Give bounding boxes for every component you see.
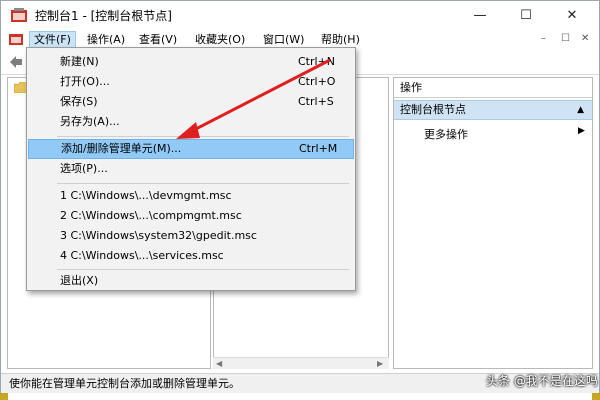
- actions-header: 操作: [394, 78, 592, 98]
- menu-help[interactable]: 帮助(H): [317, 31, 364, 48]
- child-restore-button[interactable]: ☐: [561, 33, 570, 44]
- menu-item-label: 新建(N): [60, 55, 99, 68]
- menu-item-recent-2[interactable]: 2 C:\Windows\...\compmgmt.msc: [28, 206, 354, 226]
- child-close-button[interactable]: ✕: [581, 33, 589, 44]
- menu-icon[interactable]: [9, 32, 23, 45]
- actions-pane: 操作 控制台根节点 ▲ 更多操作 ▶: [393, 77, 593, 369]
- menu-window[interactable]: 窗口(W): [259, 31, 308, 48]
- child-minimize-button[interactable]: –: [541, 33, 546, 44]
- menu-item-label: 另存为(A)...: [60, 115, 120, 128]
- menu-item-label: 3 C:\Windows\system32\gpedit.msc: [60, 229, 257, 242]
- maximize-button[interactable]: ☐: [503, 1, 549, 29]
- menu-file[interactable]: 文件(F): [29, 31, 76, 48]
- actions-section-root[interactable]: 控制台根节点 ▲: [394, 100, 592, 120]
- menu-item-open[interactable]: 打开(O)... Ctrl+O: [28, 72, 354, 92]
- back-arrow-icon[interactable]: [9, 55, 23, 69]
- watermark: 头条 @我不是在这吗: [486, 374, 598, 388]
- title-bar[interactable]: 控制台1 - [控制台根节点] — ☐ ✕: [1, 1, 599, 29]
- menu-action[interactable]: 操作(A): [83, 31, 129, 48]
- menu-item-label: 1 C:\Windows\...\devmgmt.msc: [60, 189, 232, 202]
- scroll-left-icon[interactable]: ◀: [216, 359, 222, 368]
- menu-item-label: 4 C:\Windows\...\services.msc: [60, 249, 224, 262]
- menu-item-exit[interactable]: 退出(X): [28, 271, 354, 291]
- menu-item-recent-4[interactable]: 4 C:\Windows\...\services.msc: [28, 246, 354, 266]
- minimize-button[interactable]: —: [457, 1, 503, 29]
- menu-item-shortcut: Ctrl+N: [298, 55, 336, 68]
- menu-item-shortcut: Ctrl+O: [298, 75, 336, 88]
- menu-item-label: 打开(O)...: [60, 75, 110, 88]
- close-button[interactable]: ✕: [549, 1, 595, 29]
- app-icon: [11, 8, 27, 22]
- menu-item-label: 添加/删除管理单元(M)...: [61, 142, 182, 155]
- menu-favorites[interactable]: 收藏夹(O): [191, 31, 249, 48]
- menu-item-recent-1[interactable]: 1 C:\Windows\...\devmgmt.msc: [28, 186, 354, 206]
- menu-item-label: 选项(P)...: [60, 162, 108, 175]
- submenu-arrow-icon[interactable]: ▶: [578, 126, 585, 136]
- window-title: 控制台1 - [控制台根节点]: [35, 9, 172, 23]
- menu-bar: 文件(F) 操作(A) 查看(V) 收藏夹(O) 窗口(W) 帮助(H) – ☐…: [1, 29, 599, 49]
- file-menu-dropdown: 新建(N) Ctrl+N 打开(O)... Ctrl+O 保存(S) Ctrl+…: [26, 47, 356, 291]
- menu-separator: [57, 183, 349, 184]
- menu-item-add-remove-snapin[interactable]: 添加/删除管理单元(M)... Ctrl+M: [28, 139, 354, 159]
- menu-separator: [57, 269, 349, 270]
- menu-item-label: 2 C:\Windows\...\compmgmt.msc: [60, 209, 242, 222]
- menu-item-new[interactable]: 新建(N) Ctrl+N: [28, 52, 354, 72]
- menu-item-label: 保存(S): [60, 95, 98, 108]
- menu-item-label: 退出(X): [60, 274, 99, 287]
- horizontal-scrollbar[interactable]: ◀ ▶: [213, 357, 389, 369]
- actions-section-label: 控制台根节点: [400, 103, 466, 116]
- menu-item-save-as[interactable]: 另存为(A)...: [28, 112, 354, 132]
- menu-item-recent-3[interactable]: 3 C:\Windows\system32\gpedit.msc: [28, 226, 354, 246]
- menu-item-save[interactable]: 保存(S) Ctrl+S: [28, 92, 354, 112]
- menu-item-shortcut: Ctrl+M: [299, 142, 338, 155]
- menu-view[interactable]: 查看(V): [135, 31, 181, 48]
- collapse-up-icon[interactable]: ▲: [577, 101, 584, 119]
- menu-separator: [57, 136, 349, 137]
- menu-item-shortcut: Ctrl+S: [298, 95, 334, 108]
- menu-item-options[interactable]: 选项(P)...: [28, 159, 354, 179]
- scroll-right-icon[interactable]: ▶: [377, 359, 383, 368]
- more-actions-item[interactable]: 更多操作: [424, 126, 468, 142]
